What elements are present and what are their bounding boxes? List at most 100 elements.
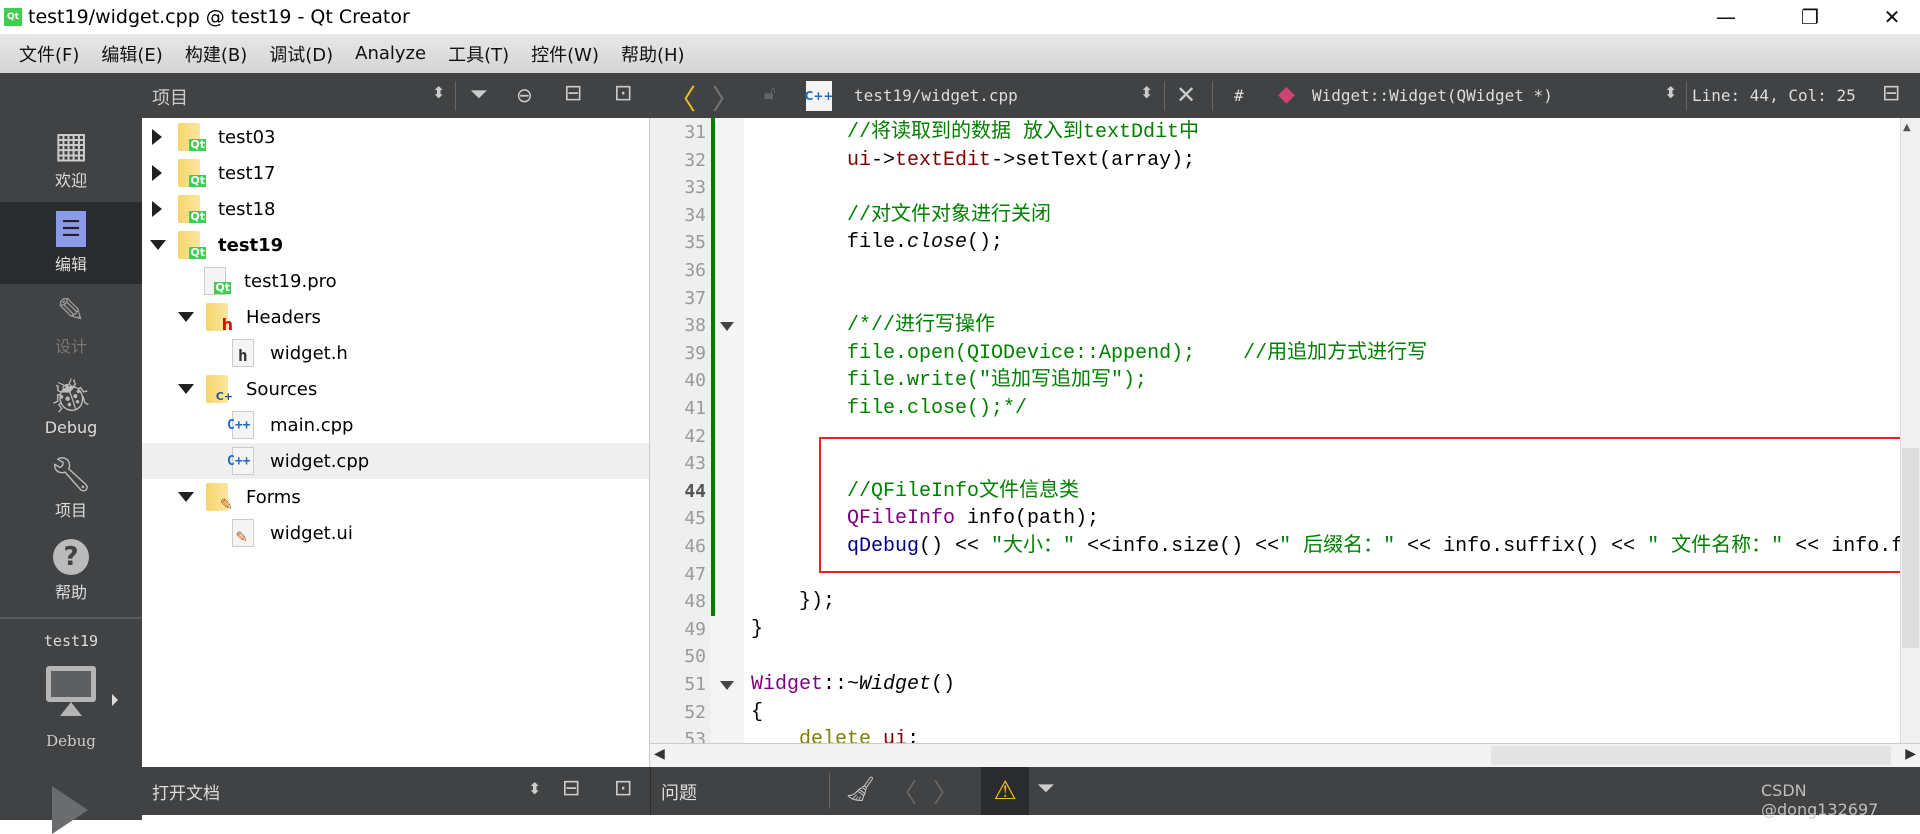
code-line[interactable]: file.open(QIODevice::Append); //用追加方式进行写 (751, 340, 1427, 368)
menu-build[interactable]: 构建(B) (174, 41, 258, 67)
file-select-arrows-icon[interactable]: ⬍ (1140, 83, 1153, 102)
collapsed-arrow-icon[interactable] (152, 129, 162, 145)
tree-item-label: widget.ui (270, 522, 353, 544)
expanded-arrow-icon[interactable] (178, 312, 194, 322)
menu-debug[interactable]: 调试(D) (258, 41, 344, 67)
close-sidebar-icon[interactable]: ⊡ (614, 81, 632, 106)
kit-selector-arrow-icon[interactable] (112, 694, 118, 706)
tree-item-label: test17 (218, 162, 276, 184)
code-line[interactable]: qDebug() << "大小：" <<info.size() <<" 后缀名：… (751, 533, 1903, 561)
clear-icon[interactable]: 🧹︎ (845, 775, 875, 803)
fold-arrow-icon[interactable] (720, 322, 734, 332)
code-token: <<info.size() << (1075, 535, 1280, 558)
filter-icon[interactable]: ⏷ (470, 82, 488, 107)
code-line[interactable]: file.close();*/ (751, 395, 1027, 423)
open-docs-select-icon[interactable]: ⬍ (528, 779, 541, 798)
cursor-position[interactable]: Line: 44, Col: 25 (1692, 86, 1856, 105)
mode-help[interactable]: ? 帮助 (0, 530, 142, 612)
collapsed-arrow-icon[interactable] (152, 201, 162, 217)
warning-filter-icon[interactable]: ⚠ (981, 767, 1029, 815)
code-line[interactable]: }); (751, 588, 835, 616)
issues-list[interactable] (650, 815, 1920, 820)
line-number: 34 (684, 204, 706, 226)
forward-icon[interactable]: 〉 (712, 78, 740, 118)
fold-arrow-icon[interactable] (720, 681, 734, 690)
code-line[interactable]: Widget::~Widget() (751, 671, 955, 699)
code-line[interactable]: ui->textEdit->setText(array); (751, 147, 1195, 175)
tree-item-headers[interactable]: h Headers (142, 299, 649, 335)
tree-item-test17[interactable]: Qt test17 (142, 155, 649, 191)
tree-item-widget-h[interactable]: h widget.h (142, 335, 649, 371)
code-line[interactable]: delete ui; (751, 726, 919, 743)
tree-item-main-cpp[interactable]: C++ main.cpp (142, 407, 649, 443)
previous-icon[interactable]: 〈 (891, 773, 917, 810)
collapsed-arrow-icon[interactable] (152, 165, 162, 181)
back-icon[interactable]: 〈 (668, 78, 696, 118)
code-line[interactable]: file.close(); (751, 229, 1003, 257)
code-line[interactable]: //QFileInfo文件信息类 (751, 478, 1079, 506)
mode-edit[interactable]: ☰ 编辑 (0, 202, 142, 284)
tree-item-forms[interactable]: ✎ Forms (142, 479, 649, 515)
menu-file[interactable]: 文件(F) (8, 41, 90, 67)
close-pane-icon[interactable]: ⊡ (614, 776, 632, 801)
line-number: 53 (684, 729, 706, 743)
maximize-icon[interactable]: ❐ (1782, 0, 1838, 34)
monitor-icon[interactable] (46, 666, 96, 702)
expanded-arrow-icon[interactable] (150, 240, 166, 250)
symbol-select[interactable]: Widget::Widget(QWidget *) (1312, 86, 1553, 105)
mode-debug[interactable]: 🐞︎ Debug (0, 366, 142, 448)
split-icon[interactable]: ⊟ (564, 81, 582, 106)
mode-welcome[interactable]: ▦ 欢迎 (0, 118, 142, 200)
code-token: -> (871, 148, 896, 172)
tree-item-widget-cpp[interactable]: C++ widget.cpp (142, 443, 649, 479)
mode-design[interactable]: ✎ 设计 (0, 284, 142, 366)
code-line[interactable]: //将读取到的数据 放入到textDdit中 (751, 119, 1199, 147)
menu-tools[interactable]: 工具(T) (437, 41, 520, 67)
tree-item-label: test19.pro (244, 270, 337, 292)
code-token: /*//进行写操作 (847, 314, 996, 338)
code-line[interactable]: { (751, 699, 763, 727)
link-icon[interactable]: ⊖ (516, 83, 533, 107)
menu-analyze[interactable]: Analyze (344, 43, 437, 64)
mode-projects[interactable]: 🔧︎ 项目 (0, 448, 142, 530)
split-icon[interactable]: ⊟ (562, 776, 580, 801)
open-documents-list[interactable] (142, 815, 650, 820)
code-token: qDebug (847, 535, 920, 558)
tree-item-sources[interactable]: C+ Sources (142, 371, 649, 407)
expanded-arrow-icon[interactable] (178, 384, 194, 394)
code-token: //将读取到的数据 放入到textDdit中 (847, 121, 1200, 144)
tree-item-test18[interactable]: Qt test18 (142, 191, 649, 227)
tree-item-test19[interactable]: Qt test19 (142, 227, 649, 263)
filter-icon[interactable]: ⏷ (1037, 776, 1055, 801)
next-icon[interactable]: 〉 (933, 773, 959, 810)
split-editor-icon[interactable]: ⊟ (1882, 81, 1900, 106)
vertical-scrollbar[interactable]: ▲ (1900, 118, 1920, 743)
symbol-select-arrows-icon[interactable]: ⬍ (1664, 83, 1677, 102)
tree-item-test19-pro[interactable]: Qt test19.pro (142, 263, 649, 299)
expanded-arrow-icon[interactable] (178, 492, 194, 502)
code-line[interactable]: /*//进行写操作 (751, 312, 995, 340)
menu-help[interactable]: 帮助(H) (610, 41, 696, 67)
code-editor[interactable]: 31 //将读取到的数据 放入到textDdit中 32 ui->textEdit… (650, 118, 1920, 743)
minimize-icon[interactable]: — (1698, 0, 1754, 34)
pencil-icon: ✎ (56, 291, 86, 331)
code-line[interactable]: QFileInfo info(path); (751, 505, 1099, 533)
line-number: 31 (684, 122, 706, 143)
code-line[interactable]: } (751, 616, 763, 644)
menu-widgets[interactable]: 控件(W) (520, 41, 610, 67)
close-icon[interactable]: ✕ (1864, 0, 1920, 34)
sidebar-view-select-icon[interactable]: ⬍ (432, 83, 445, 102)
run-icon[interactable] (52, 786, 88, 834)
open-file-select[interactable]: test19/widget.cpp (854, 86, 1018, 105)
line-number: 45 (684, 508, 706, 530)
tree-item-widget-ui[interactable]: ✎ widget.ui (142, 515, 649, 551)
code-line[interactable]: file.write("追加写追加写"); (751, 367, 1147, 395)
code-line[interactable]: //对文件对象进行关闭 (751, 202, 1051, 230)
horizontal-scrollbar[interactable]: ◀ ▶ (650, 743, 1920, 767)
tree-item-test03[interactable]: Qt test03 (142, 119, 649, 155)
menu-edit[interactable]: 编辑(E) (90, 41, 173, 67)
close-document-icon[interactable]: ✕ (1176, 81, 1196, 109)
